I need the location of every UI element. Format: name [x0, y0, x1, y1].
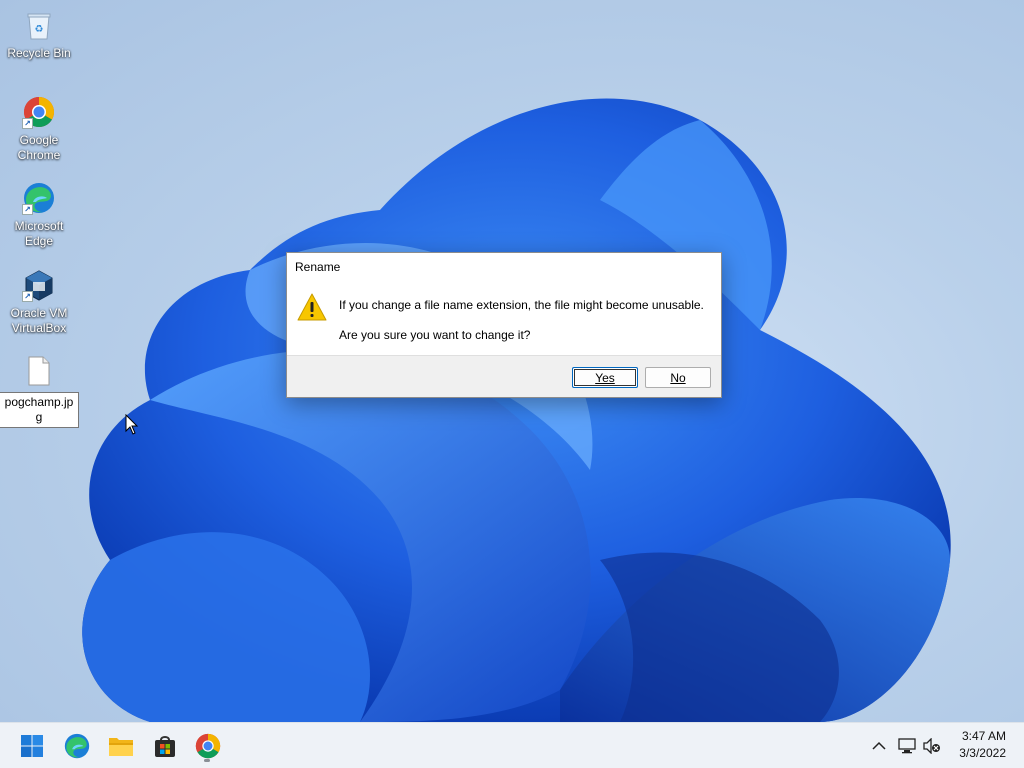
taskbar: 3:47 AM 3/3/2022	[0, 722, 1024, 768]
shortcut-arrow-icon: ↗	[22, 118, 33, 129]
dialog-question: Are you sure you want to change it?	[339, 328, 531, 342]
desktop-icon-label: Oracle VM VirtualBox	[10, 306, 68, 335]
shortcut-arrow-icon: ↗	[22, 291, 33, 302]
no-button[interactable]: No	[645, 367, 711, 388]
taskbar-file-explorer-button[interactable]	[104, 729, 138, 763]
desktop-file-pogchamp[interactable]: pogchamp.jpg	[0, 354, 79, 428]
chrome-icon: ↗	[22, 95, 56, 129]
mouse-cursor-icon	[125, 414, 139, 435]
recycle-bin-icon: ♻	[22, 8, 56, 42]
dialog-button-bar: Yes No	[287, 355, 721, 397]
file-icon	[22, 354, 56, 388]
virtualbox-icon: ↗	[22, 268, 56, 302]
clock-date: 3/3/2022	[959, 746, 1006, 760]
taskbar-chrome-button[interactable]	[191, 729, 225, 763]
desktop-icon-google-chrome[interactable]: ↗ Google Chrome	[2, 95, 76, 163]
volume-muted-icon	[923, 738, 940, 754]
dialog-message: If you change a file name extension, the…	[339, 298, 704, 312]
start-button[interactable]	[15, 729, 49, 763]
running-indicator	[204, 759, 210, 762]
taskbar-store-button[interactable]	[148, 729, 182, 763]
store-icon	[155, 736, 175, 757]
desktop-icon-label: Recycle Bin	[7, 46, 71, 60]
rename-input[interactable]: pogchamp.jpg	[0, 392, 79, 428]
warning-icon	[297, 293, 327, 321]
windows-start-icon	[21, 735, 43, 757]
desktop-icon-microsoft-edge[interactable]: ↗ Microsoft Edge	[2, 181, 76, 249]
shortcut-arrow-icon: ↗	[22, 204, 33, 215]
desktop-icon-label: Microsoft Edge	[14, 219, 64, 248]
desktop-icon-recycle-bin[interactable]: ♻ Recycle Bin	[2, 8, 76, 61]
network-tray-button[interactable]	[896, 735, 918, 757]
yes-button[interactable]: Yes	[572, 367, 638, 388]
volume-tray-button[interactable]	[921, 735, 943, 757]
edge-icon: ↗	[22, 181, 56, 215]
network-icon	[898, 738, 916, 754]
edge-icon	[64, 733, 90, 759]
dialog-title: Rename	[295, 260, 341, 274]
svg-text:♻: ♻	[35, 24, 44, 35]
desktop-icon-virtualbox[interactable]: ↗ Oracle VM VirtualBox	[2, 268, 76, 336]
taskbar-edge-button[interactable]	[60, 729, 94, 763]
desktop-icon-label: Google Chrome	[17, 133, 61, 162]
taskbar-clock[interactable]: 3:47 AM 3/3/2022	[959, 728, 1006, 762]
chrome-icon	[195, 733, 221, 759]
chevron-up-icon	[872, 741, 886, 750]
clock-time: 3:47 AM	[961, 729, 1006, 743]
folder-icon	[109, 738, 133, 756]
rename-dialog[interactable]: Rename If you change a file name extensi…	[286, 252, 722, 398]
show-hidden-icons-button[interactable]	[868, 735, 890, 757]
